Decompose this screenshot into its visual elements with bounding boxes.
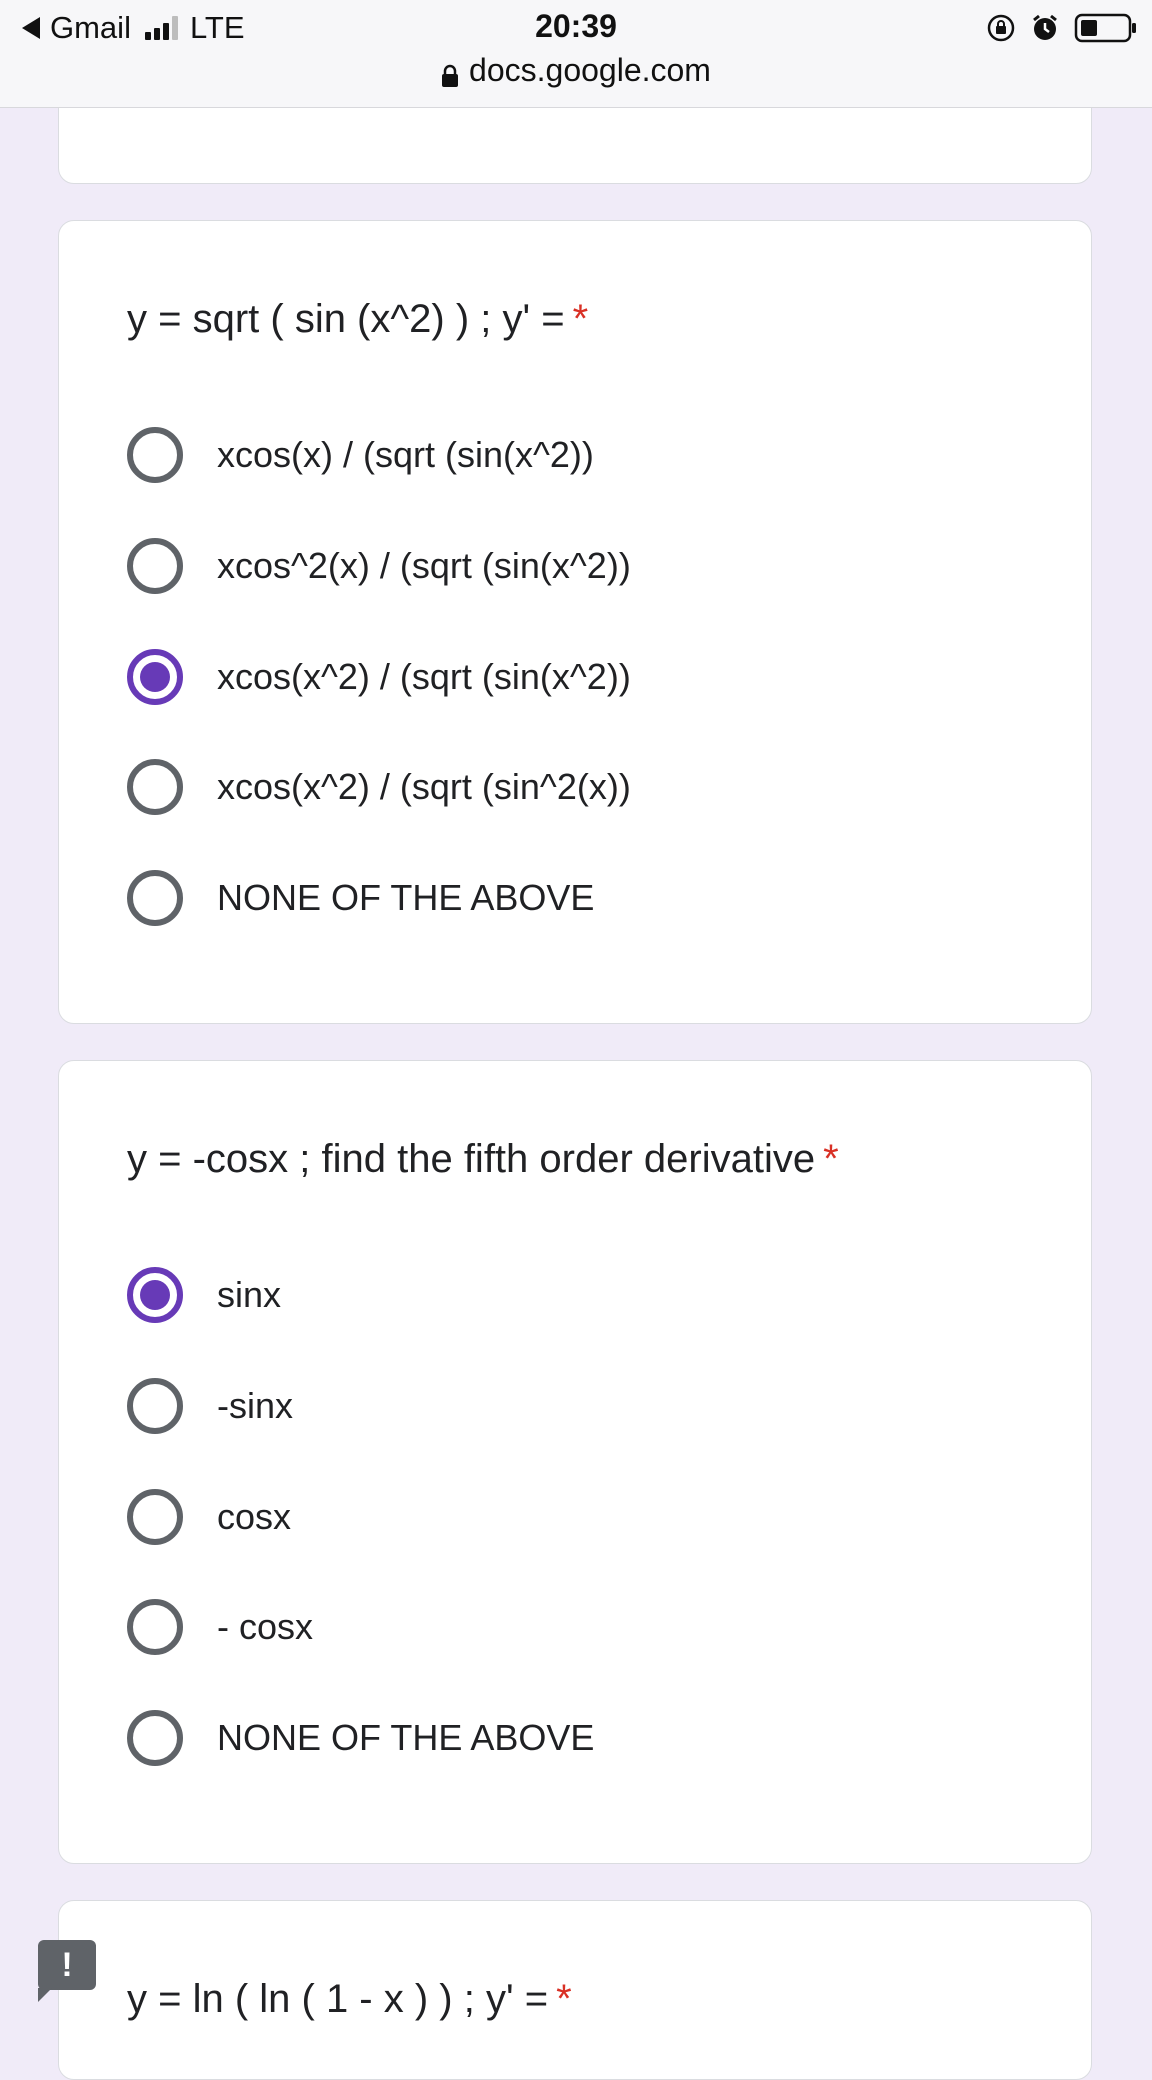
- radio-option[interactable]: NONE OF THE ABOVE: [127, 1708, 594, 1768]
- radio-button-unchecked[interactable]: [127, 538, 183, 594]
- question-card-1: y = sqrt ( sin (x^2) ) ; y' = * xcos(x) /…: [58, 220, 1092, 1024]
- clock: 20:39: [535, 8, 617, 44]
- option-label: xcos(x^2) / (sqrt (sin^2(x)): [217, 766, 631, 807]
- question-title: y = ln ( ln ( 1 - x ) ) ; y' = *: [127, 1977, 572, 2022]
- question-text: y = -cosx ; find the fifth order derivat…: [127, 1137, 816, 1181]
- option-label: NONE OF THE ABOVE: [217, 877, 595, 918]
- radio-button-unchecked[interactable]: [127, 1710, 183, 1766]
- rotation-lock-icon: [986, 13, 1016, 48]
- alarm-icon: [1030, 13, 1060, 48]
- radio-option[interactable]: cosx: [127, 1487, 291, 1547]
- option-label: -sinx: [217, 1385, 294, 1426]
- radio-button-unchecked[interactable]: [127, 759, 183, 815]
- radio-button-unchecked[interactable]: [127, 1599, 183, 1655]
- radio-button-unchecked[interactable]: [127, 1489, 183, 1545]
- required-asterisk: *: [572, 297, 589, 341]
- radio-option[interactable]: - cosx: [127, 1597, 313, 1657]
- option-label: sinx: [217, 1274, 282, 1315]
- url-text: docs.google.com: [469, 52, 711, 88]
- option-label: xcos(x) / (sqrt (sin(x^2)): [217, 434, 594, 475]
- battery-icon: [1074, 12, 1138, 49]
- question-title: y = -cosx ; find the fifth order derivat…: [127, 1137, 839, 1182]
- option-label: xcos(x^2) / (sqrt (sin(x^2)): [217, 656, 631, 697]
- option-label: xcos^2(x) / (sqrt (sin(x^2)): [217, 545, 631, 586]
- question-title: y = sqrt ( sin (x^2) ) ; y' = *: [127, 297, 588, 342]
- radio-button-unchecked[interactable]: [127, 1378, 183, 1434]
- radio-option[interactable]: xcos^2(x) / (sqrt (sin(x^2)): [127, 536, 631, 596]
- radio-dot-icon: [140, 1280, 170, 1310]
- radio-button-checked[interactable]: [127, 1267, 183, 1323]
- radio-option[interactable]: xcos(x^2) / (sqrt (sin(x^2)): [127, 647, 631, 707]
- radio-option[interactable]: xcos(x) / (sqrt (sin(x^2)): [127, 425, 594, 485]
- question-card-2: y = -cosx ; find the fifth order derivat…: [58, 1060, 1092, 1864]
- address-bar[interactable]: docs.google.com: [0, 52, 1152, 89]
- question-text: y = sqrt ( sin (x^2) ) ; y' =: [127, 297, 565, 341]
- radio-option[interactable]: xcos(x^2) / (sqrt (sin^2(x)): [127, 757, 631, 817]
- radio-dot-icon: [140, 662, 170, 692]
- radio-option[interactable]: NONE OF THE ABOVE: [127, 868, 594, 928]
- required-asterisk: *: [823, 1137, 839, 1181]
- question-card-3: y = ln ( ln ( 1 - x ) ) ; y' = *: [58, 1900, 1092, 2080]
- report-button[interactable]: !: [38, 1940, 96, 2002]
- option-label: NONE OF THE ABOVE: [217, 1717, 595, 1758]
- report-icon: !: [61, 1945, 73, 1984]
- radio-option[interactable]: sinx: [127, 1265, 281, 1325]
- option-label: - cosx: [217, 1606, 314, 1647]
- radio-button-unchecked[interactable]: [127, 870, 183, 926]
- option-label: cosx: [217, 1496, 292, 1537]
- status-bar: Gmail LTE 20:39 docs.google.com: [0, 0, 1152, 108]
- question-text: y = ln ( ln ( 1 - x ) ) ; y' =: [127, 1977, 549, 2021]
- required-asterisk: *: [556, 1977, 572, 2021]
- status-icons: [986, 12, 1138, 49]
- lock-icon: [441, 59, 459, 87]
- radio-option[interactable]: -sinx: [127, 1376, 293, 1436]
- radio-button-unchecked[interactable]: [127, 427, 183, 483]
- radio-button-checked[interactable]: [127, 649, 183, 705]
